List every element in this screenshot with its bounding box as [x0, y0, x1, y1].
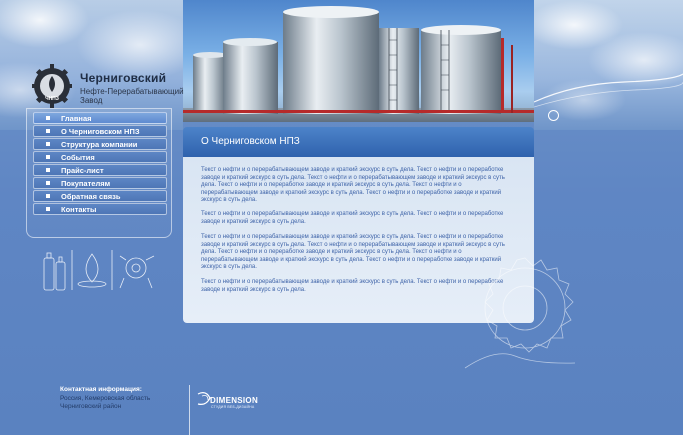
contact-heading: Контактная информация:	[60, 386, 142, 393]
square-bullet-icon	[46, 181, 50, 185]
paragraph-line: заводе и краткий экскурс в суть дела.	[201, 218, 306, 225]
menu-item-events[interactable]: События	[33, 151, 167, 163]
contact-line: Черниговский район	[60, 403, 122, 410]
menu-item-label: Покупателям	[61, 179, 111, 188]
menu-item-structure[interactable]: Структура компании	[33, 138, 167, 150]
paragraph-line: Текст о нефти и о перерабатывающем завод…	[201, 167, 504, 173]
studio-tagline: СТУДИЯ ВЕБ-ДИЗАЙНА	[211, 405, 255, 409]
square-bullet-icon	[46, 207, 50, 211]
menu-item-label: Главная	[61, 114, 92, 123]
refinery-emblem-icon: ЧНПЗ	[32, 64, 72, 108]
main-menu: Главная О Черниговском НПЗ Структура ком…	[33, 112, 167, 216]
paragraph-line: Текст о нефти и о перерабатывающем завод…	[201, 211, 504, 217]
menu-item-contacts[interactable]: Контакты	[33, 203, 167, 215]
square-bullet-icon	[46, 194, 50, 198]
menu-item-label: Контакты	[61, 205, 97, 214]
paragraph-line: перерабатывающем заводе и краткий экскур…	[201, 189, 502, 196]
menu-item-label: О Черниговском НПЗ	[61, 127, 140, 136]
content-paragraph: Текст о нефти и о перерабатывающем завод…	[201, 167, 506, 205]
brand-title: Черниговский	[80, 71, 167, 85]
square-bullet-icon	[46, 142, 50, 146]
footer-contact: Контактная информация: Россия, Кемеровск…	[60, 386, 150, 412]
menu-item-buyers[interactable]: Покупателям	[33, 177, 167, 189]
menu-item-price-list[interactable]: Прайс-лист	[33, 164, 167, 176]
content-header: О Черниговском НПЗ	[183, 127, 534, 157]
square-bullet-icon	[46, 116, 50, 120]
header-photo-refinery-tanks	[183, 0, 534, 122]
paragraph-line: заводе и краткий экскурс в суть дела. Те…	[201, 174, 505, 181]
brand-subtitle-line1: Нефте-Перерабатывающий	[80, 87, 184, 96]
emblem-text: ЧНПЗ	[45, 96, 59, 102]
gear-outline-icon	[464, 257, 576, 369]
brand-subtitle-line2: Завод	[80, 96, 103, 105]
paragraph-line: дела. Текст о нефти и о переработке заво…	[201, 182, 462, 188]
circle-decoration	[548, 110, 559, 121]
swoosh-decoration	[534, 73, 683, 108]
menu-item-label: Прайс-лист	[61, 166, 104, 175]
menu-item-home[interactable]: Главная	[33, 112, 167, 124]
menu-item-label: Структура компании	[61, 140, 138, 149]
square-bullet-icon	[46, 129, 50, 133]
content-paragraph: Текст о нефти и о перерабатывающем завод…	[201, 211, 506, 226]
footer-divider	[189, 385, 190, 435]
menu-item-label: Обратная связь	[61, 192, 121, 201]
contact-line: Россия, Кемеровская область	[60, 394, 151, 402]
menu-item-about[interactable]: О Черниговском НПЗ	[33, 125, 167, 137]
oil-products-icon	[43, 250, 155, 291]
square-bullet-icon	[46, 168, 50, 172]
menu-item-label: События	[61, 153, 95, 162]
page-title: О Черниговском НПЗ	[201, 136, 300, 147]
menu-item-feedback[interactable]: Обратная связь	[33, 190, 167, 202]
studio-name[interactable]: DIMENSION	[210, 396, 258, 405]
square-bullet-icon	[46, 155, 50, 159]
paragraph-line: экскурс в суть дела.	[201, 197, 257, 203]
